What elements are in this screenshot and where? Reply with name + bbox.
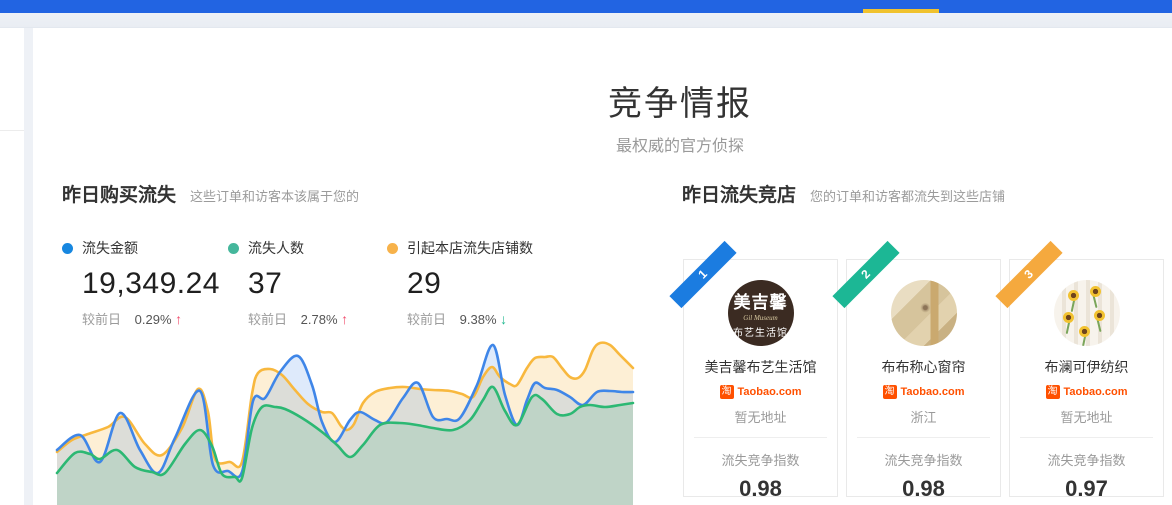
taobao-icon: 淘 xyxy=(883,385,897,399)
platform-name: Taobao.com xyxy=(901,386,965,398)
metric-change-percent: 2.78% xyxy=(301,312,338,327)
loss-metric: 引起本店流失店铺数 29 较前日 9.38% ↓ xyxy=(387,238,546,328)
loss-index-label: 流失竞争指数 xyxy=(684,450,837,469)
metric-label: 流失金额 xyxy=(82,238,138,258)
page-subtitle: 最权威的官方侦探 xyxy=(450,132,910,156)
platform-row: 淘 Taobao.com xyxy=(847,385,1000,399)
metric-legend-dot xyxy=(62,243,73,254)
competitor-section-title: 昨日流失竞店 xyxy=(682,180,796,207)
loss-section-description: 这些订单和访客本该属于您的 xyxy=(190,186,359,205)
loss-index-label: 流失竞争指数 xyxy=(847,450,1000,469)
metric-legend-dot xyxy=(387,243,398,254)
metric-compare-label: 较前日 xyxy=(407,312,446,327)
taobao-icon: 淘 xyxy=(1046,385,1060,399)
store-location: 暂无地址 xyxy=(684,407,837,426)
loss-trend-chart xyxy=(40,328,645,505)
competitor-section-description: 您的订单和访客都流失到这些店铺 xyxy=(810,186,1005,205)
loss-section-header: 昨日购买流失 这些订单和访客本该属于您的 xyxy=(62,180,359,207)
loss-index-label: 流失竞争指数 xyxy=(1010,450,1163,469)
page-title: 竞争情报 xyxy=(450,76,910,125)
loss-index-value: 0.98 xyxy=(847,476,1000,502)
metric-delta: 较前日 2.78% ↑ xyxy=(248,309,387,328)
platform-row: 淘 Taobao.com xyxy=(1010,385,1163,399)
metric-legend-dot xyxy=(228,243,239,254)
store-name[interactable]: 布澜可伊纺织 xyxy=(1010,357,1163,377)
metric-trend-arrow-icon: ↑ xyxy=(341,311,348,327)
competitor-store-card[interactable]: 1 美吉馨Gil Museum布艺生活馆 美吉馨布艺生活馆 淘 Taobao.c… xyxy=(683,259,838,497)
loss-metric: 流失金额 19,349.24 较前日 0.29% ↑ xyxy=(62,238,228,328)
rank-ribbon-badge: 1 xyxy=(669,241,736,308)
platform-name: Taobao.com xyxy=(738,386,802,398)
left-rail xyxy=(0,28,24,505)
page-header: 竞争情报 最权威的官方侦探 xyxy=(450,76,910,156)
loss-metrics-row: 流失金额 19,349.24 较前日 0.29% ↑ 流失人数 37 较前日 2… xyxy=(62,238,546,328)
store-location: 暂无地址 xyxy=(1010,407,1163,426)
store-logo xyxy=(1054,280,1120,346)
metric-label: 流失人数 xyxy=(248,238,304,258)
metric-value: 37 xyxy=(248,267,387,301)
store-logo xyxy=(891,280,957,346)
metric-compare-label: 较前日 xyxy=(248,312,287,327)
loss-section-title: 昨日购买流失 xyxy=(62,180,176,207)
metric-change-percent: 9.38% xyxy=(460,312,497,327)
metric-value: 19,349.24 xyxy=(82,267,228,301)
top-nav-bar xyxy=(0,0,1172,13)
card-divider xyxy=(1020,437,1153,438)
rank-ribbon-badge: 3 xyxy=(995,241,1062,308)
competitor-store-card[interactable]: 3 布澜可伊纺织 淘 Taobao.com 暂无地址 流失竞争指数 0.97 xyxy=(1009,259,1164,497)
platform-name: Taobao.com xyxy=(1064,386,1128,398)
metric-label: 引起本店流失店铺数 xyxy=(407,238,533,258)
card-divider xyxy=(694,437,827,438)
metric-delta: 较前日 9.38% ↓ xyxy=(407,309,546,328)
card-divider xyxy=(857,437,990,438)
metric-change-percent: 0.29% xyxy=(135,312,172,327)
sub-nav-bar xyxy=(0,13,1172,28)
metric-value: 29 xyxy=(407,267,546,301)
competitor-store-card[interactable]: 2 布布称心窗帘 淘 Taobao.com 浙江 流失竞争指数 0.98 xyxy=(846,259,1001,497)
competitor-section-header: 昨日流失竞店 您的订单和访客都流失到这些店铺 xyxy=(682,180,1005,207)
platform-row: 淘 Taobao.com xyxy=(684,385,837,399)
competitor-cards-row: 1 美吉馨Gil Museum布艺生活馆 美吉馨布艺生活馆 淘 Taobao.c… xyxy=(683,259,1172,497)
loss-index-value: 0.97 xyxy=(1010,476,1163,502)
taobao-icon: 淘 xyxy=(720,385,734,399)
metric-trend-arrow-icon: ↑ xyxy=(175,311,182,327)
left-rail-strip xyxy=(24,28,33,505)
store-location: 浙江 xyxy=(847,407,1000,426)
left-rail-divider xyxy=(0,130,24,131)
metric-delta: 较前日 0.29% ↑ xyxy=(82,309,228,328)
metric-trend-arrow-icon: ↓ xyxy=(500,311,507,327)
store-name[interactable]: 布布称心窗帘 xyxy=(847,357,1000,377)
competitive-intelligence-page: 竞争情报 最权威的官方侦探 昨日购买流失 这些订单和访客本该属于您的 流失金额 … xyxy=(0,0,1172,505)
rank-ribbon-badge: 2 xyxy=(832,241,899,308)
metric-compare-label: 较前日 xyxy=(82,312,121,327)
loss-index-value: 0.98 xyxy=(684,476,837,502)
loss-metric: 流失人数 37 较前日 2.78% ↑ xyxy=(228,238,387,328)
store-logo: 美吉馨Gil Museum布艺生活馆 xyxy=(728,280,794,346)
store-name[interactable]: 美吉馨布艺生活馆 xyxy=(684,357,837,377)
